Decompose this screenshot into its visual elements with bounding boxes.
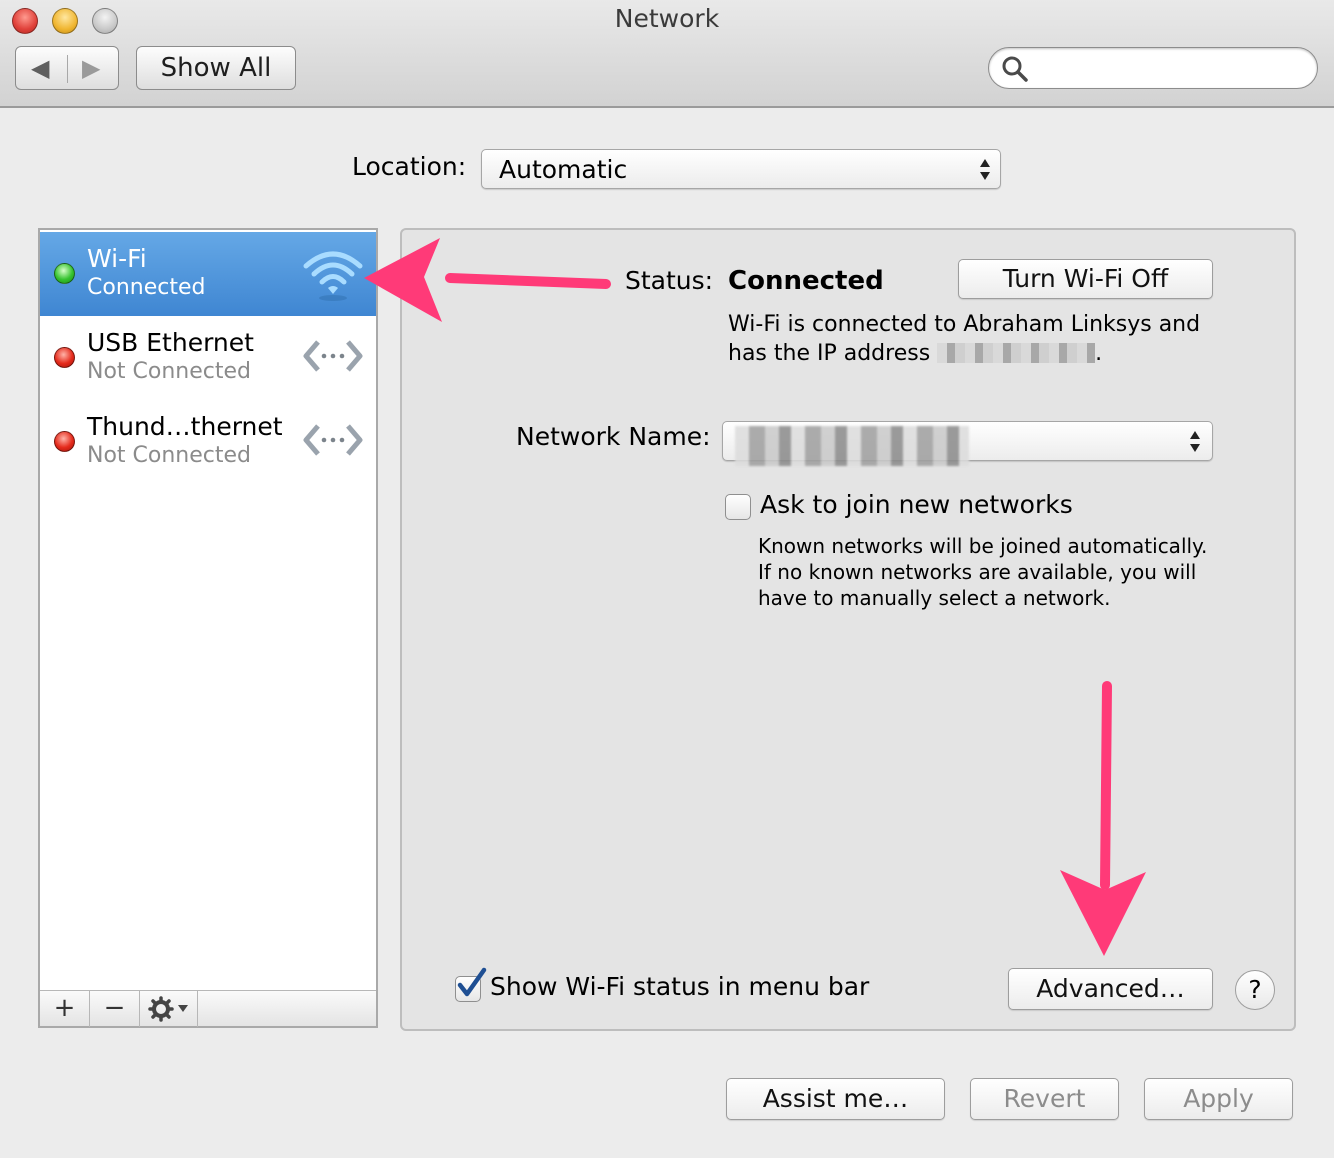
remove-service-button[interactable]: − [90,991,140,1027]
status-label: Status: [625,266,714,295]
status-description-line-2: has the IP address . [728,339,1208,368]
network-name-popup[interactable] [722,421,1213,466]
chevron-down-icon [177,1005,188,1012]
service-status: Not Connected [87,359,252,384]
ethernet-icon [303,340,363,372]
ask-join-help-text: Known networks will be joined automatica… [758,534,1208,610]
show-status-checkbox[interactable] [455,967,487,1002]
window-title: Network [614,4,720,33]
back-forward-control: ◀ ▶ [15,46,119,90]
search-input[interactable] [1035,52,1305,84]
search-field[interactable] [988,47,1318,89]
show-status-label[interactable]: Show Wi-Fi status in menu bar [490,972,869,1001]
service-list: Wi-Fi Connected USB Ethernet Not Connect… [38,228,378,1028]
popup-arrows-icon [1189,430,1201,454]
wifi-icon [303,251,363,301]
apply-button[interactable]: Apply [1144,1078,1293,1120]
popup-arrows-icon [979,158,991,182]
service-status: Connected [87,275,206,300]
service-list-toolbar: + − [40,990,376,1027]
service-status: Not Connected [87,443,252,468]
ask-join-checkbox[interactable] [725,494,751,520]
turn-wifi-off-button[interactable]: Turn Wi-Fi Off [958,259,1213,299]
checkmark-icon [457,967,487,997]
location-popup[interactable]: Automatic [481,149,1001,189]
revert-button[interactable]: Revert [970,1078,1119,1120]
assist-me-button[interactable]: Assist me… [726,1078,945,1120]
ethernet-icon [303,424,363,456]
gear-icon [147,996,188,1022]
service-item-thunderbolt-ethernet[interactable]: Thund…thernet Not Connected [40,400,376,484]
chevron-left-icon[interactable]: ◀ [31,52,49,84]
status-description: Wi-Fi is connected to Abraham Linksys an… [728,310,1208,368]
show-all-button[interactable]: Show All [136,46,296,90]
location-value: Automatic [499,155,628,184]
status-value: Connected [728,266,884,296]
ip-address-prefix: has the IP address [728,341,931,366]
service-name: Wi-Fi [87,244,147,273]
add-service-button[interactable]: + [40,991,90,1027]
ask-join-label[interactable]: Ask to join new networks [760,490,1073,519]
status-indicator-red [54,431,75,452]
status-indicator-red [54,347,75,368]
gear-menu-button[interactable] [140,991,198,1027]
help-button[interactable]: ? [1235,970,1275,1010]
advanced-button[interactable]: Advanced… [1008,968,1213,1010]
service-name: USB Ethernet [87,328,254,357]
service-item-usb-ethernet[interactable]: USB Ethernet Not Connected [40,316,376,400]
status-indicator-green [54,263,75,284]
sentence-end: . [1095,341,1103,366]
segment-divider [67,55,68,83]
title-bar: Network ◀ ▶ Show All [0,0,1334,108]
service-item-wifi[interactable]: Wi-Fi Connected [40,232,376,316]
service-name: Thund…thernet [87,412,283,441]
network-name-label: Network Name: [516,422,711,451]
chevron-right-icon[interactable]: ▶ [82,52,100,84]
search-icon [1002,56,1028,82]
location-label: Location: [352,152,467,181]
status-description-line-1: Wi-Fi is connected to Abraham Linksys an… [728,312,1201,337]
redacted-ip-address [937,343,1096,363]
redacted-network-name [735,426,969,466]
